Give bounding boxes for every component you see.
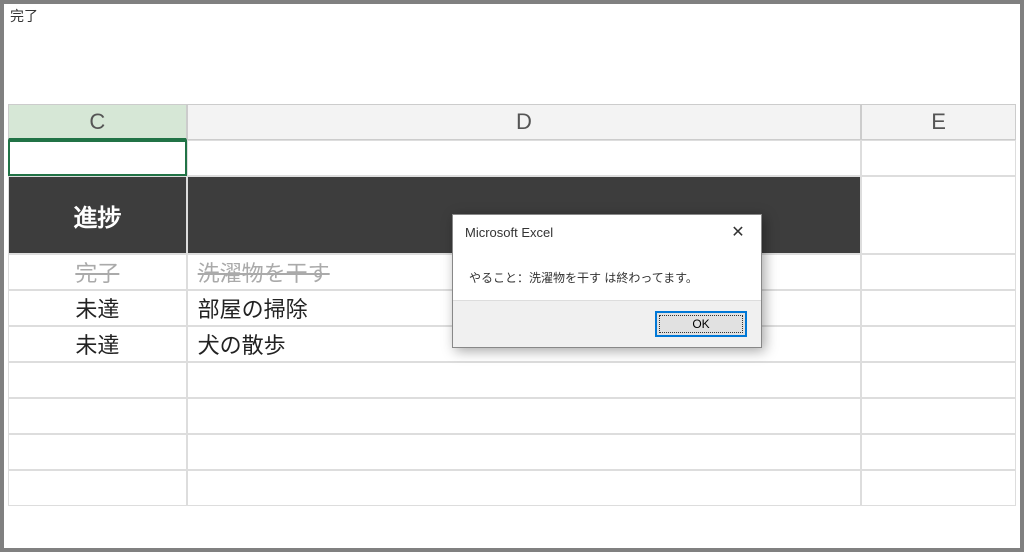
cell[interactable]: [187, 398, 861, 434]
cell-progress[interactable]: 未達: [8, 290, 187, 326]
cell[interactable]: [8, 434, 187, 470]
dialog-footer: OK: [453, 300, 761, 347]
cell[interactable]: [861, 398, 1016, 434]
cell[interactable]: [8, 470, 187, 506]
blank-row: [8, 434, 1016, 470]
dialog-message: やること：洗濯物を干す は終わってます。: [453, 249, 761, 300]
close-icon[interactable]: ✕: [723, 220, 753, 244]
blank-row: [8, 398, 1016, 434]
column-header-e[interactable]: E: [861, 104, 1016, 140]
cell[interactable]: [8, 140, 187, 176]
formula-bar[interactable]: 完了: [4, 4, 1020, 28]
cell[interactable]: [187, 434, 861, 470]
cell[interactable]: [187, 362, 861, 398]
cell-progress[interactable]: 完了: [8, 254, 187, 290]
cell[interactable]: [8, 398, 187, 434]
column-header-d[interactable]: D: [187, 104, 862, 140]
cell[interactable]: [861, 290, 1016, 326]
cell[interactable]: [8, 362, 187, 398]
cell[interactable]: [861, 326, 1016, 362]
header-cell-progress[interactable]: 進捗: [8, 176, 187, 254]
message-dialog: Microsoft Excel ✕ やること：洗濯物を干す は終わってます。 O…: [452, 214, 762, 348]
cell[interactable]: [861, 362, 1016, 398]
blank-row: [8, 362, 1016, 398]
cell[interactable]: [187, 140, 861, 176]
dialog-title-text: Microsoft Excel: [465, 225, 553, 240]
dialog-titlebar[interactable]: Microsoft Excel ✕: [453, 215, 761, 249]
column-headers: C D E: [8, 104, 1016, 140]
cell[interactable]: [861, 140, 1016, 176]
cell[interactable]: [861, 434, 1016, 470]
blank-row: [8, 470, 1016, 506]
cell[interactable]: [861, 470, 1016, 506]
cell-progress[interactable]: 未達: [8, 326, 187, 362]
column-header-c[interactable]: C: [8, 104, 187, 140]
cell[interactable]: [187, 470, 861, 506]
ok-button[interactable]: OK: [655, 311, 747, 337]
cell[interactable]: [861, 176, 1016, 254]
cell[interactable]: [861, 254, 1016, 290]
blank-row: [8, 140, 1016, 176]
